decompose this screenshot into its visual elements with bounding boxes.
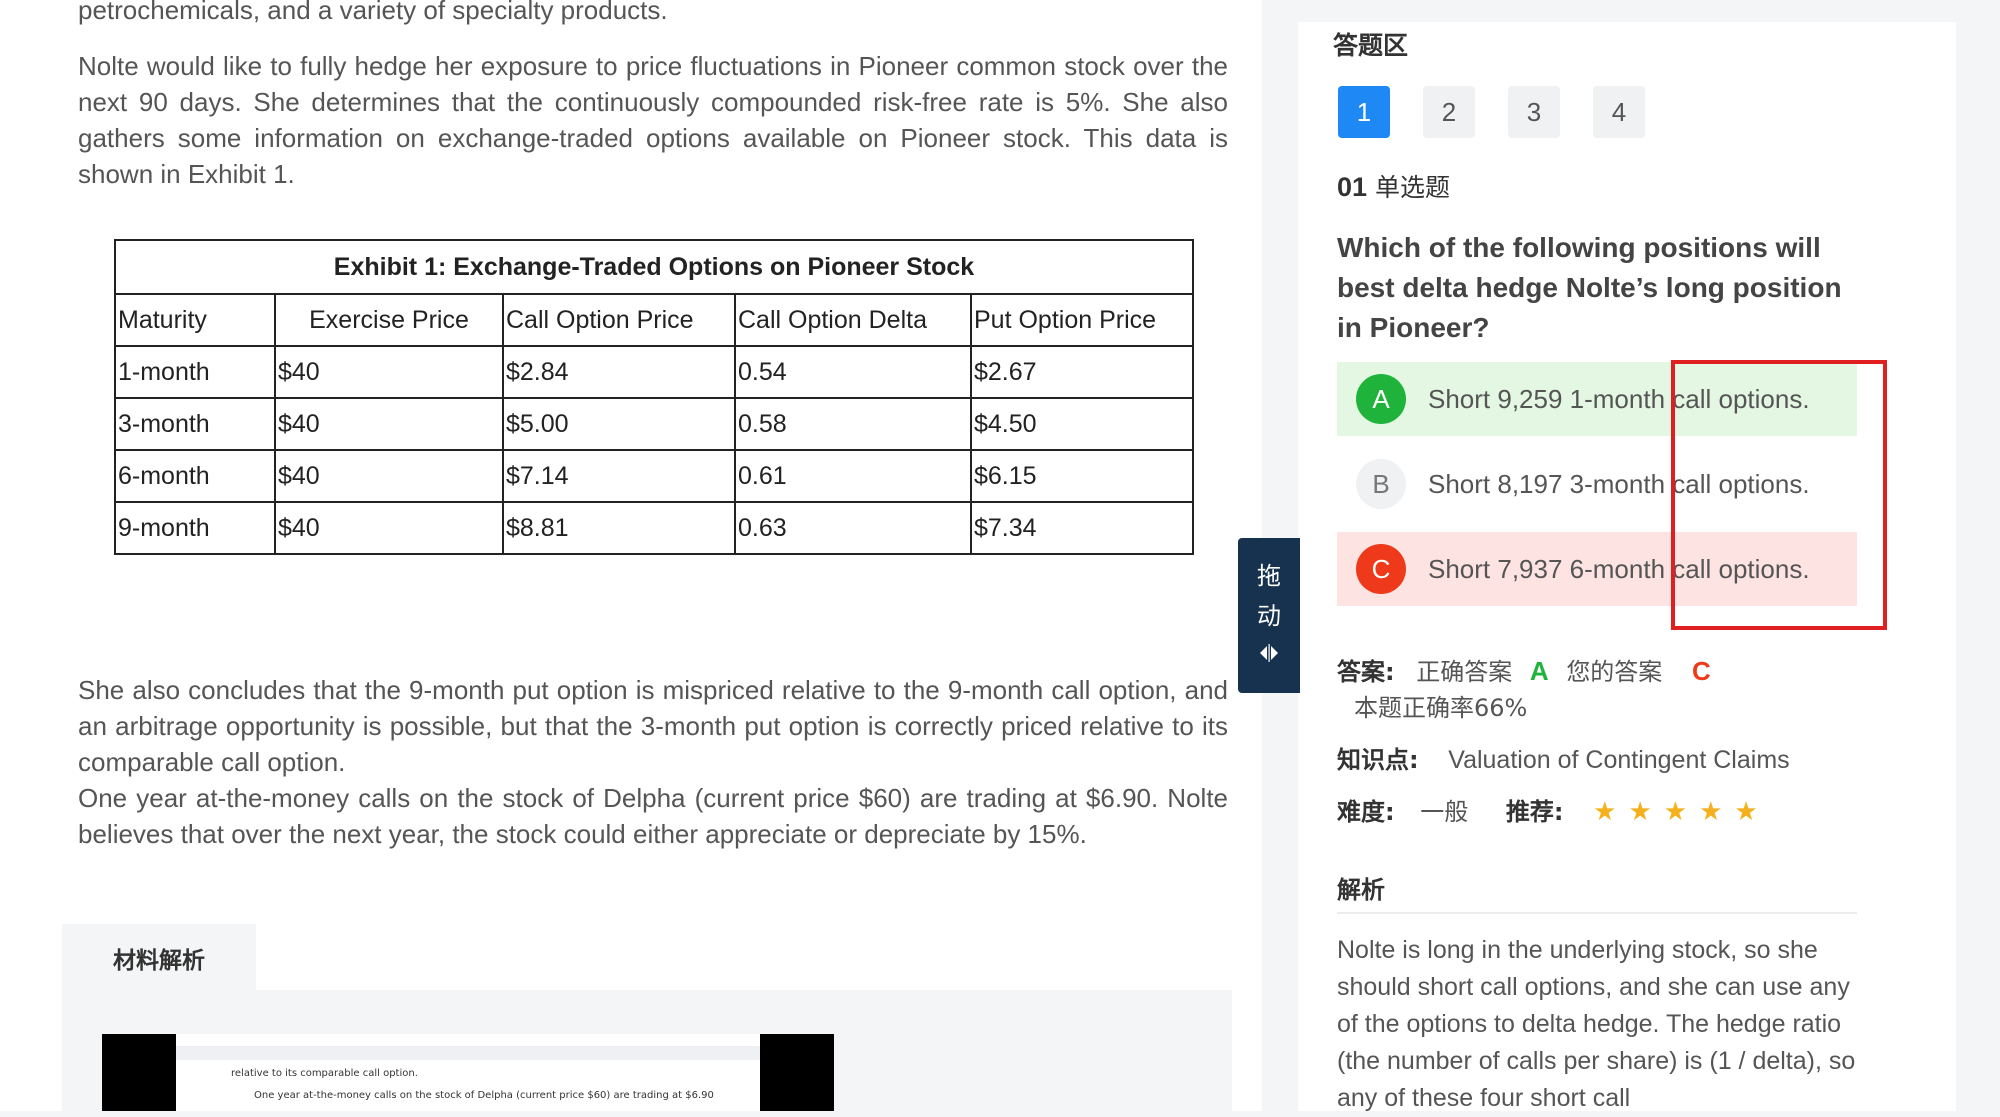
option-letter: C [1356, 544, 1406, 594]
cell: 3-month [114, 397, 276, 451]
analysis-text: Nolte is long in the underlying stock, s… [1337, 936, 1856, 1112]
question-type: 01 单选题 [1337, 168, 1450, 204]
cell: 1-month [114, 345, 276, 399]
cell: $40 [274, 501, 504, 555]
recommend-stars: ★ ★ ★ ★ ★ [1593, 797, 1770, 827]
analysis-title: 解析 [1337, 876, 1385, 904]
question-text: Which of the following positions will be… [1337, 232, 1842, 343]
cell: 9-month [114, 501, 276, 555]
exhibit-table: Exhibit 1: Exchange-Traded Options on Pi… [114, 239, 1194, 555]
header-call-delta: Call Option Delta [734, 293, 972, 347]
material-paragraph-2: Nolte would like to fully hedge her expo… [78, 51, 1228, 189]
cell: $7.14 [502, 449, 736, 503]
star-icon: ★ [1663, 797, 1688, 827]
difficulty-value: 一般 [1420, 798, 1469, 826]
star-icon: ★ [1734, 797, 1758, 827]
question-index: 01 [1337, 172, 1368, 202]
cell: 0.63 [734, 501, 972, 555]
material-pane: petrochemicals, and a variety of special… [0, 0, 1262, 1111]
cell: $6.15 [970, 449, 1194, 503]
knowledge-label: 知识点: [1337, 746, 1419, 774]
table-row: 6-month $40 $7.14 0.61 $6.15 [114, 449, 1194, 503]
cell: $40 [274, 449, 504, 503]
thumbnail-document: relative to its comparable call option. … [176, 1034, 760, 1111]
material-paragraph-4: One year at-the-money calls on the stock… [78, 783, 1228, 849]
difficulty-row: 难度: 一般 推荐: ★ ★ ★ ★ ★ [1337, 792, 1770, 827]
knowledge-value: Valuation of Contingent Claims [1448, 746, 1790, 774]
answer-label: 答案: [1337, 658, 1395, 686]
header-call-price: Call Option Price [502, 293, 736, 347]
cell: $2.84 [502, 345, 736, 399]
highlight-annotation-box [1671, 360, 1887, 630]
question-number-4[interactable]: 4 [1593, 86, 1645, 138]
your-answer-label: 您的答案 [1566, 658, 1663, 686]
recommend-label: 推荐: [1505, 798, 1564, 826]
analysis-video-thumbnail[interactable]: relative to its comparable call option. … [102, 1034, 834, 1111]
thumbnail-text-line: One year at-the-money calls on the stock… [254, 1090, 714, 1101]
drag-label: 动 [1257, 601, 1281, 630]
answer-area-title: 答题区 [1333, 31, 1409, 60]
cell: 0.58 [734, 397, 972, 451]
table-row: 1-month $40 $2.84 0.54 $2.67 [114, 345, 1194, 399]
table-row: 3-month $40 $5.00 0.58 $4.50 [114, 397, 1194, 451]
tab-material-analysis[interactable]: 材料解析 [62, 924, 256, 992]
star-icon: ★ [1699, 797, 1723, 827]
material-paragraph-1: petrochemicals, and a variety of special… [78, 0, 668, 25]
cell: $40 [274, 397, 504, 451]
cell: $2.67 [970, 345, 1194, 399]
answer-row: 答案: 正确答案 A 您的答案 C [1337, 652, 1711, 687]
question-number-2[interactable]: 2 [1423, 86, 1475, 138]
thumbnail-ribbon [176, 1046, 760, 1060]
cell: 6-month [114, 449, 276, 503]
cell: $40 [274, 345, 504, 399]
material-paragraph-3: She also concludes that the 9-month put … [78, 675, 1228, 777]
exhibit-title: Exhibit 1: Exchange-Traded Options on Pi… [114, 239, 1194, 295]
your-answer-value: C [1691, 656, 1711, 686]
resize-arrows-icon [1258, 636, 1280, 676]
accuracy-rate: 本题正确率66% [1354, 694, 1528, 722]
option-letter: B [1356, 459, 1406, 509]
header-maturity: Maturity [114, 293, 276, 347]
material-analysis-panel: relative to its comparable call option. … [62, 990, 1232, 1111]
cell: $4.50 [970, 397, 1194, 451]
thumbnail-text-line: relative to its comparable call option. [231, 1068, 418, 1079]
cell: $5.00 [502, 397, 736, 451]
drag-label: 拖 [1257, 561, 1281, 590]
question-number-3[interactable]: 3 [1508, 86, 1560, 138]
option-letter: A [1356, 374, 1406, 424]
difficulty-label: 难度: [1337, 798, 1395, 826]
header-exercise-price: Exercise Price [274, 293, 504, 347]
knowledge-row: 知识点: Valuation of Contingent Claims [1337, 740, 1790, 775]
correct-answer-value: A [1529, 656, 1549, 686]
drag-resize-handle[interactable]: 拖 动 [1238, 538, 1300, 693]
star-icon: ★ [1628, 797, 1652, 827]
table-row: 9-month $40 $8.81 0.63 $7.34 [114, 501, 1194, 555]
correct-answer-label: 正确答案 [1416, 658, 1513, 686]
question-type-label: 单选题 [1375, 173, 1451, 202]
cell: $7.34 [970, 501, 1194, 555]
analysis-divider [1337, 912, 1857, 914]
cell: $8.81 [502, 501, 736, 555]
star-icon: ★ [1593, 797, 1617, 827]
cell: 0.61 [734, 449, 972, 503]
cell: 0.54 [734, 345, 972, 399]
header-put-price: Put Option Price [970, 293, 1194, 347]
question-number-1[interactable]: 1 [1338, 86, 1390, 138]
